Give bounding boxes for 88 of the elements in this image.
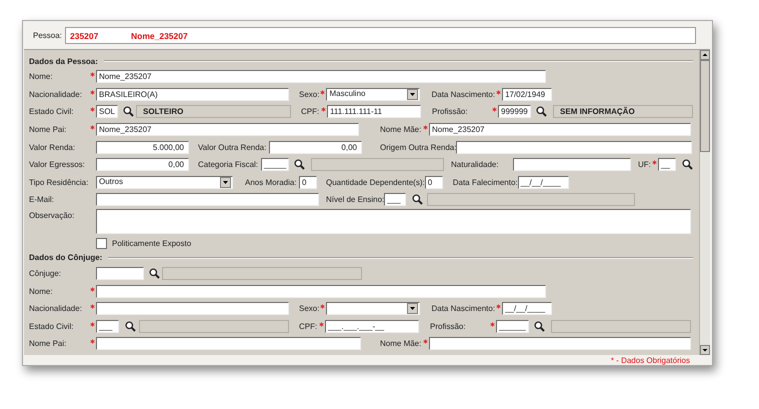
search-icon[interactable]	[536, 106, 548, 118]
person-code: 235207	[70, 30, 100, 40]
field-label: Sexo:	[299, 304, 320, 314]
field-label: Data Nascimento:	[431, 90, 496, 99]
text-field[interactable]: SOL	[96, 105, 118, 118]
scroll-thumb[interactable]	[700, 60, 710, 152]
text-field[interactable]: 0,00	[269, 140, 362, 154]
search-icon[interactable]	[125, 320, 136, 332]
search-icon[interactable]	[294, 159, 305, 170]
text-field[interactable]: 17/02/1949	[502, 88, 552, 101]
field-label: CPF:	[301, 107, 320, 116]
dropdown[interactable]: Masculino	[326, 88, 420, 101]
text-field[interactable]: ______	[496, 320, 529, 333]
scroll-up-icon[interactable]	[700, 50, 710, 60]
field-label: Nome Mãe:	[380, 125, 422, 134]
field-label: Observação:	[29, 210, 74, 220]
text-area[interactable]	[96, 208, 691, 234]
search-icon[interactable]	[534, 320, 545, 332]
field-label: Nome:	[29, 286, 53, 296]
field-label: Quantidade Dependente(s):	[326, 178, 425, 187]
field-label: Tipo Residência:	[29, 178, 88, 187]
text-field[interactable]: __	[658, 158, 676, 172]
text-field[interactable]: Nome_235207	[96, 70, 546, 84]
field-label: Nome Pai:	[29, 125, 66, 134]
text-field[interactable]: 0	[424, 176, 443, 189]
search-icon[interactable]	[123, 106, 134, 118]
text-field[interactable]	[96, 302, 289, 316]
text-field[interactable]	[96, 267, 144, 280]
search-icon[interactable]	[682, 159, 693, 170]
text-field[interactable]: 999999	[498, 105, 532, 118]
field-label: Valor Renda:	[29, 142, 76, 152]
required-note: * - Dados Obrigatórios	[610, 356, 690, 365]
text-field[interactable]	[429, 337, 691, 350]
text-field[interactable]: __/__/____	[518, 176, 569, 189]
field-label: CPF:	[299, 322, 318, 331]
section-title: Dados da Pessoa:	[29, 56, 98, 66]
field-label: Data Nascimento:	[431, 304, 496, 314]
field-label: Categoria Fiscal:	[198, 160, 258, 170]
field-label: Nome Mãe:	[380, 339, 422, 348]
field-label: Naturalidade:	[451, 160, 499, 170]
field-label: Origem Outra Renda:	[380, 142, 456, 152]
field-label: Nacionalidade:	[29, 90, 82, 99]
field-label: Nível de Ensino:	[326, 195, 384, 204]
checkbox[interactable]	[96, 238, 107, 249]
field-label: Valor Egressos:	[29, 160, 85, 170]
field-label: Cônjuge:	[29, 269, 62, 278]
field-label: Nacionalidade:	[29, 304, 82, 314]
text-field[interactable]: Nome_235207	[429, 123, 691, 136]
text-field[interactable]: 0	[299, 176, 317, 189]
field-label: Valor Outra Renda:	[198, 142, 266, 152]
text-field[interactable]: _____	[261, 158, 289, 172]
field-label: Sexo:	[299, 90, 320, 99]
text-field[interactable]	[96, 337, 361, 350]
text-field[interactable]	[456, 140, 692, 154]
field-label: Nome:	[29, 72, 53, 82]
scroll-down-icon[interactable]	[700, 345, 710, 355]
scrollbar[interactable]	[699, 50, 710, 355]
field-label: Estado Civil:	[29, 107, 74, 116]
field-label: E-Mail:	[29, 195, 54, 204]
readonly-field: SOLTEIRO	[136, 105, 292, 118]
field-label: Profissão:	[432, 107, 468, 116]
dropdown[interactable]: Outros	[96, 176, 233, 189]
text-field[interactable]: BRASILEIRO(A)	[96, 88, 289, 101]
text-field[interactable]: ___	[96, 320, 119, 333]
text-field[interactable]: 0,00	[96, 158, 189, 172]
text-field[interactable]: 111.111.111-11	[327, 105, 422, 118]
person-name: Nome_235207	[131, 30, 188, 40]
text-field[interactable]: 5.000,00	[96, 140, 189, 154]
text-field[interactable]: __/__/____	[502, 302, 552, 316]
dropdown[interactable]	[326, 302, 420, 316]
field-label: Pessoa:	[33, 31, 63, 40]
text-field[interactable]: Nome_235207	[96, 123, 359, 136]
text-field[interactable]	[96, 284, 546, 298]
field-label: Nome Pai:	[29, 339, 66, 348]
readonly-field: SEM INFORMAÇÃO	[553, 105, 694, 118]
checkbox-label: Politicamente Exposto	[112, 238, 192, 248]
field-label: Profissão:	[430, 322, 466, 331]
text-field[interactable]	[513, 158, 631, 172]
section-title: Dados do Cônjuge:	[29, 253, 102, 262]
text-field[interactable]: ___	[384, 193, 406, 206]
text-field[interactable]	[96, 193, 319, 206]
field-label: Estado Civil:	[29, 322, 74, 331]
search-icon[interactable]	[412, 194, 424, 206]
field-label: UF:	[638, 160, 651, 170]
field-label: Anos Moradia:	[245, 178, 297, 187]
field-label: Data Falecimento:	[452, 178, 518, 187]
text-field[interactable]: ___.___.___-__	[325, 320, 419, 333]
search-icon[interactable]	[149, 268, 160, 280]
